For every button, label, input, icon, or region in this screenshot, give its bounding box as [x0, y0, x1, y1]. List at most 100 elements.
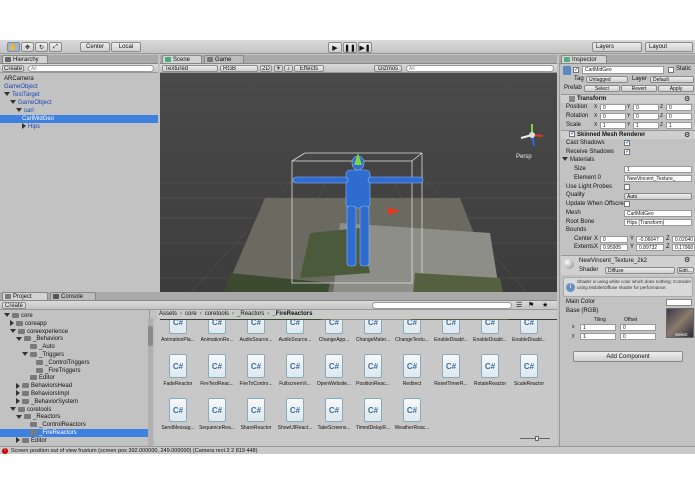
breadcrumb-item[interactable]: _Reactors [237, 311, 264, 317]
script-asset[interactable]: C# FireTestReac... [198, 350, 236, 394]
prefab-revert-button[interactable]: Revert [621, 85, 657, 92]
script-asset[interactable]: C# EnableDisabl... [510, 320, 548, 350]
center-z-input[interactable]: 0.02040 [672, 236, 695, 243]
hierarchy-item[interactable]: GameObject [0, 83, 158, 91]
script-asset[interactable]: C# AudioSource... [276, 320, 314, 350]
hand-tool-icon[interactable]: ✋ [7, 42, 20, 52]
expand-arrow-icon[interactable] [16, 108, 22, 113]
project-folder-item[interactable]: BehaviorsHead [0, 382, 148, 390]
script-asset[interactable]: C# FadeReactor [159, 350, 197, 394]
script-asset[interactable]: C# SendMessag... [159, 394, 197, 438]
center-y-input[interactable]: -0.06647 [636, 236, 664, 243]
materials-label[interactable]: Materials [562, 156, 594, 164]
layout-dropdown[interactable]: Layout [645, 42, 693, 52]
play-button[interactable]: ▶ [328, 42, 342, 53]
hierarchy-item[interactable]: Hips [0, 123, 158, 131]
component-settings-gear-icon[interactable]: ⚙ [684, 95, 690, 103]
project-scrollbar[interactable] [148, 318, 153, 446]
hierarchy-item[interactable]: carl [0, 107, 158, 115]
update-offscreen-checkbox[interactable] [624, 201, 630, 207]
extents-z-input[interactable]: 0.17968 [672, 244, 695, 251]
effects-dropdown[interactable]: Effects [294, 65, 324, 72]
hierarchy-create-button[interactable]: Create [2, 65, 24, 72]
expand-arrow-icon[interactable] [16, 398, 20, 405]
script-asset[interactable]: C# ChangeApp... [315, 320, 353, 350]
expand-arrow-icon[interactable] [10, 100, 16, 105]
script-asset[interactable]: C# ShowUIReact... [276, 394, 314, 438]
project-create-button[interactable]: Create [2, 302, 26, 309]
offset-y-input[interactable]: 0 [620, 333, 656, 340]
persp-label[interactable]: Persp [516, 153, 532, 161]
expand-arrow-icon[interactable] [10, 407, 16, 412]
icon-size-slider[interactable] [520, 436, 550, 441]
filter-type-icon[interactable]: ☰ [516, 301, 522, 309]
project-folder-item[interactable]: Editor [0, 437, 148, 445]
audio-toggle-icon[interactable]: ♪ [284, 65, 293, 72]
transform-position-x-input[interactable]: 0 [600, 104, 626, 111]
transform-rotation-y-input[interactable]: 0 [633, 113, 659, 120]
tiling-y-input[interactable]: 1 [580, 333, 616, 340]
hierarchy-item[interactable]: TestTarget [0, 91, 158, 99]
cast-shadows-checkbox[interactable] [624, 139, 630, 146]
breadcrumb-item[interactable]: _FireReactors [272, 311, 312, 317]
project-folder-item[interactable]: _Triggers [0, 351, 148, 359]
transform-header[interactable]: Transform [561, 94, 695, 103]
expand-arrow-icon[interactable] [16, 390, 20, 397]
tab-game[interactable]: Game [204, 55, 244, 63]
lighting-toggle-icon[interactable]: ☀ [274, 65, 283, 72]
shading-dropdown[interactable]: Textured [162, 65, 218, 72]
pivot-center-button[interactable]: Center [80, 42, 110, 52]
script-asset[interactable]: C# OpenWebsite... [315, 350, 353, 394]
expand-arrow-icon[interactable] [16, 382, 20, 389]
2d-toggle[interactable]: 2D [260, 65, 272, 72]
script-asset[interactable]: C# ChangeMater... [354, 320, 392, 350]
breadcrumb-item[interactable]: core [185, 311, 197, 317]
pause-button[interactable]: ❚❚ [343, 42, 357, 53]
script-asset[interactable]: C# SequenceRea... [198, 394, 236, 438]
script-asset[interactable]: C# TakeScreens... [315, 394, 353, 438]
tab-scene[interactable]: Scene [162, 55, 202, 63]
static-checkbox[interactable] [668, 67, 674, 73]
project-folder-item[interactable]: _Auto [0, 343, 148, 351]
tab-inspector[interactable]: Inspector [561, 55, 607, 63]
mesh-object-field[interactable]: CarlMidGeo [624, 210, 692, 217]
transform-scale-x-input[interactable]: 1 [600, 122, 626, 129]
space-local-button[interactable]: Local [111, 42, 141, 52]
expand-arrow-icon[interactable] [4, 313, 10, 318]
filter-label-icon[interactable]: ⚑ [528, 301, 534, 309]
step-button[interactable]: ▶❚ [358, 42, 372, 53]
center-x-input[interactable]: 0 [600, 236, 628, 243]
project-folder-item[interactable]: _ControlTriggers [0, 359, 148, 367]
scene-viewport[interactable]: Persp [160, 73, 557, 326]
script-asset[interactable]: C# ScaleReactor [510, 350, 548, 394]
receive-shadows-checkbox[interactable] [624, 148, 630, 155]
project-folder-item[interactable]: _FireReactors [0, 429, 148, 437]
tab-project[interactable]: Project [2, 292, 48, 300]
transform-position-y-input[interactable]: 0 [633, 104, 659, 111]
project-folder-item[interactable]: _Behaviors [0, 335, 148, 343]
transform-rotation-x-input[interactable]: 0 [600, 113, 626, 120]
script-asset[interactable]: C# EnableDisabl... [432, 320, 470, 350]
expand-arrow-icon[interactable] [22, 123, 26, 130]
material-settings-gear-icon[interactable]: ⚙ [684, 256, 690, 264]
main-color-swatch[interactable] [666, 299, 692, 306]
use-light-probes-checkbox[interactable] [624, 184, 630, 190]
extents-x-input[interactable]: 0.95905 [600, 244, 628, 251]
transform-scale-z-input[interactable]: 1 [666, 122, 692, 129]
script-asset[interactable]: C# WeatherReac... [393, 394, 431, 438]
breadcrumb-item[interactable]: coretools [205, 311, 229, 317]
project-folder-item[interactable]: coretools [0, 406, 148, 414]
expand-arrow-icon[interactable] [16, 414, 22, 419]
project-scroll-thumb[interactable] [148, 326, 153, 346]
hierarchy-search-input[interactable]: All [28, 65, 154, 72]
shader-dropdown[interactable]: Diffuse [605, 267, 675, 274]
layer-dropdown[interactable]: Default [650, 76, 694, 83]
script-asset[interactable]: C# ChangeTextu... [393, 320, 431, 350]
script-asset[interactable]: C# PositionReac... [354, 350, 392, 394]
add-component-button[interactable]: Add Component [573, 351, 683, 362]
layers-dropdown[interactable]: Layers [592, 42, 642, 52]
prefab-apply-button[interactable]: Apply [658, 85, 694, 92]
script-asset[interactable]: C# FireToContro... [237, 350, 275, 394]
tab-hierarchy[interactable]: Hierarchy [2, 55, 48, 63]
transform-rotation-z-input[interactable]: 0 [666, 113, 692, 120]
